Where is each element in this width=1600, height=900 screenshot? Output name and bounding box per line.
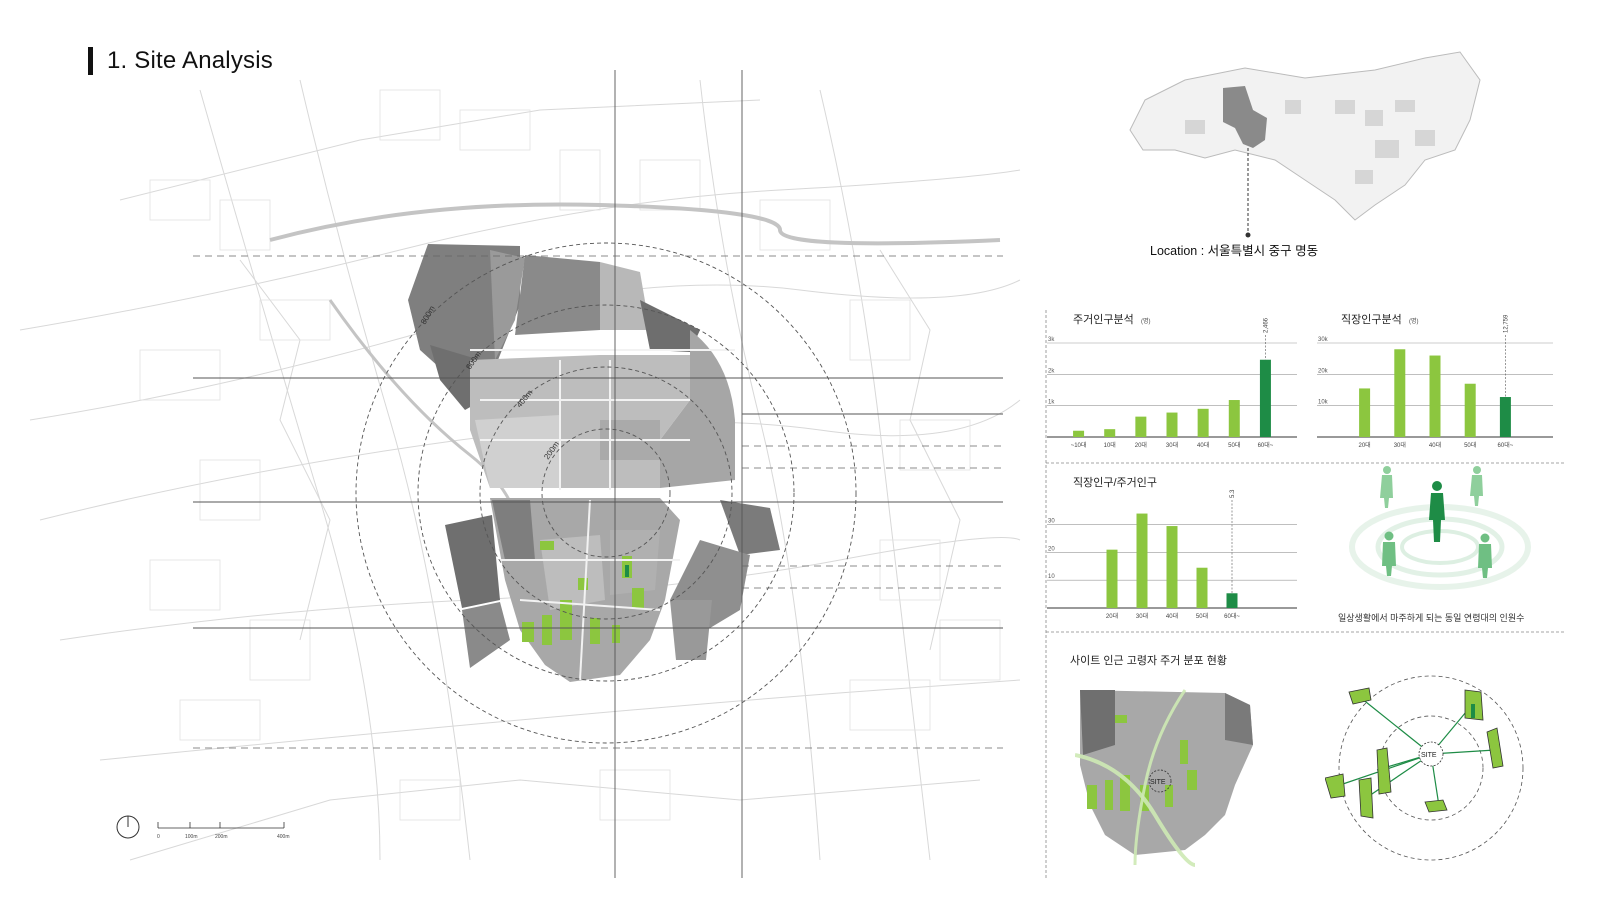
chart1-bar: [1228, 400, 1240, 437]
site-outline-dark: [1080, 690, 1115, 755]
chart2-plot: 10k 20k 30k 20대 30대 40대 50대 60대~ 12,759: [1317, 314, 1553, 449]
chart1-category-label: 40대: [1197, 441, 1209, 449]
scale-bar: [157, 822, 285, 829]
scale-label-200: 200m: [215, 834, 228, 840]
chart2-category-label: 30대: [1394, 441, 1406, 449]
chart2-title: 직장인구분석: [1341, 313, 1402, 326]
chart3-plot: 10 20 30 20대 30대 40대 50대 60대~ 5.3: [1047, 489, 1297, 620]
elderly-network-diagram: SITE: [1325, 675, 1524, 861]
chart1-bar: [1104, 429, 1116, 437]
chart3-bar: [1226, 593, 1238, 608]
site-circle-label: SITE: [1150, 779, 1166, 786]
north-arrow: [116, 815, 140, 839]
chart3-tick-label: 20: [1048, 546, 1055, 552]
chart1-bar: [1135, 416, 1147, 437]
location-label: Location : 서울특별시 중구 명동: [1150, 244, 1319, 258]
person-icon-right-top: [1470, 466, 1483, 506]
chart1-category-label: 10대: [1104, 441, 1116, 449]
chart-residential-population: 주거인구분석 (명) 1k 2k 3k ~10대 10대 20대 30대 40대 50대 60대~…: [1047, 313, 1297, 449]
site-blocks-south: [445, 498, 780, 682]
chart3-category-label: 40대: [1166, 612, 1178, 620]
chart2-bar: [1359, 388, 1371, 437]
chart2-highlight-value: 12,759: [1503, 314, 1509, 333]
site-outline-dark-2: [1225, 693, 1253, 745]
chart2-category-label: 20대: [1358, 441, 1370, 449]
chart3-title: 직장인구/주거인구: [1073, 476, 1157, 489]
chart1-unit: (명): [1141, 317, 1151, 325]
chart3-bar: [1166, 526, 1178, 608]
location-dot: [1245, 232, 1251, 238]
same-age-people-illustration: [1349, 466, 1531, 590]
chart1-category-label: 60대~: [1258, 441, 1274, 449]
chart1-bar: [1166, 412, 1178, 437]
outer-ring: [1338, 675, 1524, 861]
chart3-tick-label: 10: [1048, 574, 1055, 580]
chart2-bar: [1499, 397, 1511, 437]
chart2-tick-label: 20k: [1318, 368, 1329, 374]
elderly-distribution-title: 사이트 인근 고령자 주거 분포 현황: [1070, 655, 1227, 667]
person-icon-right-bottom: [1478, 533, 1492, 578]
scale-label-100: 100m: [185, 834, 198, 840]
elderly-distribution-map: SITE: [1075, 689, 1253, 867]
chart3-highlight-value: 5.3: [1230, 489, 1236, 498]
chart1-highlight-value: 2,466: [1263, 317, 1269, 333]
person-icon-left-top: [1380, 466, 1393, 508]
chart3-bar: [1136, 513, 1148, 608]
chart2-category-label: 40대: [1429, 441, 1441, 449]
chart2-tick-label: 30k: [1318, 337, 1329, 343]
chart1-tick-label: 3k: [1048, 337, 1055, 343]
chart1-category-label: 20대: [1135, 441, 1147, 449]
chart2-category-label: 60대~: [1498, 441, 1514, 449]
chart1-bar: [1073, 430, 1085, 437]
chart3-category-label: 30대: [1136, 612, 1148, 620]
chart1-title: 주거인구분석: [1073, 313, 1134, 326]
chart2-unit: (명): [1409, 317, 1419, 325]
chart3-bar: [1196, 567, 1208, 608]
chart2-category-label: 50대: [1464, 441, 1476, 449]
location-map: [1129, 51, 1481, 238]
chart2-bar: [1429, 355, 1441, 437]
chart-work-residence-ratio: 직장인구/주거인구 10 20 30 20대 30대 40대 50대 60대~ 5.3: [1047, 476, 1297, 620]
site-map: 800m 600m 400m 200m 0 100m 200m 400m: [19, 70, 1021, 878]
dark-dwelling-marker: [1471, 704, 1475, 718]
chart1-category-label: 50대: [1228, 441, 1240, 449]
chart3-bar: [1106, 549, 1118, 608]
chart3-tick-label: 30: [1048, 519, 1055, 525]
dark-green-marker: [625, 565, 629, 577]
chart3-category-label: 50대: [1196, 612, 1208, 620]
chart1-category-label: ~10대: [1071, 441, 1087, 449]
people-caption: 일상생활에서 마주하게 되는 동일 연령대의 인원수: [1338, 613, 1525, 623]
chart3-category-label: 60대~: [1224, 612, 1240, 620]
chart1-plot: 1k 2k 3k ~10대 10대 20대 30대 40대 50대 60대~ 2,466: [1047, 317, 1297, 449]
chart1-tick-label: 1k: [1048, 400, 1055, 406]
chart2-bar: [1464, 383, 1476, 437]
chart2-tick-label: 10k: [1318, 400, 1329, 406]
scale-label-0: 0: [157, 834, 160, 840]
main-road: [269, 202, 1001, 246]
chart1-category-label: 30대: [1166, 441, 1178, 449]
site-node-label: SITE: [1421, 752, 1437, 759]
chart1-bar: [1197, 408, 1209, 437]
chart2-bar: [1394, 349, 1406, 437]
scale-label-400: 400m: [277, 834, 290, 840]
chart1-tick-label: 2k: [1048, 368, 1055, 374]
chart1-bar: [1259, 359, 1271, 437]
dwelling-shapes: [1325, 687, 1504, 819]
chart-workplace-population: 직장인구분석 (명) 10k 20k 30k 20대 30대 40대 50대 60대~ 12,7…: [1317, 313, 1553, 449]
chart3-category-label: 20대: [1106, 612, 1118, 620]
site-blocks-north: [408, 244, 735, 488]
